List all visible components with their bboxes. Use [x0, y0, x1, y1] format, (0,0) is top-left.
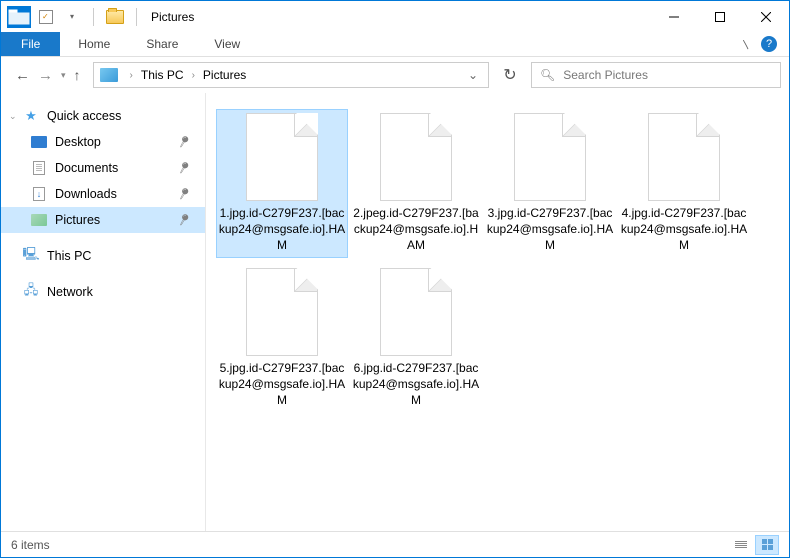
- file-name: 2.jpeg.id-C279F237.[backup24@msgsafe.io]…: [352, 205, 480, 254]
- star-icon: ★: [23, 109, 39, 123]
- search-input[interactable]: 🔍︎ Search Pictures: [531, 62, 781, 88]
- sidebar-item-pictures[interactable]: Pictures 📍︎: [1, 207, 205, 233]
- sidebar-label: Downloads: [55, 187, 117, 201]
- file-icon: [648, 113, 720, 201]
- thumbnails-view-button[interactable]: [755, 535, 779, 555]
- file-icon: [246, 268, 318, 356]
- sidebar-quick-access[interactable]: ⌄ ★ Quick access: [1, 103, 205, 129]
- recent-dropdown-icon[interactable]: ▾: [61, 70, 66, 81]
- network-icon: 🖧: [23, 285, 39, 299]
- address-dropdown-icon[interactable]: ⌄: [460, 68, 486, 82]
- window-folder-icon: [104, 6, 126, 28]
- file-tab[interactable]: File: [1, 32, 60, 56]
- file-name: 4.jpg.id-C279F237.[backup24@msgsafe.io].…: [620, 205, 748, 254]
- refresh-button[interactable]: ↻: [495, 62, 525, 88]
- pc-icon: 🖳: [23, 249, 39, 263]
- sidebar-label: Network: [47, 285, 93, 299]
- qat-caret-icon[interactable]: ▾: [61, 6, 83, 28]
- breadcrumb-segment[interactable]: Pictures: [203, 68, 246, 82]
- titlebar: ✓ ▾ Pictures: [1, 1, 789, 32]
- file-item[interactable]: 2.jpeg.id-C279F237.[backup24@msgsafe.io]…: [350, 109, 482, 258]
- qat-properties-icon[interactable]: ✓: [35, 6, 57, 28]
- divider: [93, 8, 94, 26]
- file-explorer-window: ✓ ▾ Pictures File Home Share View 〵 ? ← …: [0, 0, 790, 558]
- app-icon[interactable]: [7, 6, 31, 28]
- navbar: ← → ▾ ↑ › This PC › Pictures ⌄ ↻ 🔍︎ Sear…: [1, 57, 789, 93]
- file-name: 5.jpg.id-C279F237.[backup24@msgsafe.io].…: [218, 360, 346, 409]
- file-view[interactable]: 1.jpg.id-C279F237.[backup24@msgsafe.io].…: [206, 93, 789, 531]
- view-switcher: [729, 535, 779, 555]
- sidebar-item-documents[interactable]: Documents 📍︎: [1, 155, 205, 181]
- location-icon: [100, 68, 118, 82]
- breadcrumb-segment[interactable]: This PC: [141, 68, 184, 82]
- search-placeholder: Search Pictures: [563, 68, 648, 82]
- details-view-button[interactable]: [729, 535, 753, 555]
- file-icon: [246, 113, 318, 201]
- ribbon-right: 〵 ?: [741, 32, 789, 56]
- search-icon: 🔍︎: [540, 68, 555, 82]
- file-name: 3.jpg.id-C279F237.[backup24@msgsafe.io].…: [486, 205, 614, 254]
- ribbon: File Home Share View 〵 ?: [1, 32, 789, 57]
- help-icon[interactable]: ?: [761, 36, 777, 52]
- pin-icon: 📍︎: [173, 210, 193, 230]
- document-icon: [31, 161, 47, 175]
- sidebar-this-pc[interactable]: 🖳 This PC: [1, 243, 205, 269]
- body: ⌄ ★ Quick access Desktop 📍︎ Documents 📍︎…: [1, 93, 789, 531]
- nav-arrows: ← → ▾ ↑: [9, 67, 87, 84]
- ribbon-collapse-icon[interactable]: 〵: [741, 37, 751, 52]
- file-icon: [380, 268, 452, 356]
- sidebar-label: Quick access: [47, 109, 121, 123]
- window-controls: [651, 2, 789, 32]
- tab-view[interactable]: View: [196, 32, 258, 56]
- sidebar-label: Pictures: [55, 213, 100, 227]
- pin-icon: 📍︎: [173, 132, 193, 152]
- list-icon: [735, 541, 747, 548]
- tab-home[interactable]: Home: [60, 32, 128, 56]
- file-item[interactable]: 6.jpg.id-C279F237.[backup24@msgsafe.io].…: [350, 264, 482, 413]
- file-item[interactable]: 4.jpg.id-C279F237.[backup24@msgsafe.io].…: [618, 109, 750, 258]
- pin-icon: 📍︎: [173, 158, 193, 178]
- expand-icon[interactable]: ⌄: [9, 111, 17, 122]
- file-name: 6.jpg.id-C279F237.[backup24@msgsafe.io].…: [352, 360, 480, 409]
- item-count: 6 items: [11, 538, 50, 552]
- addressbar[interactable]: › This PC › Pictures ⌄: [93, 62, 489, 88]
- sidebar-label: Documents: [55, 161, 118, 175]
- window-title: Pictures: [151, 10, 194, 24]
- maximize-button[interactable]: [697, 2, 743, 32]
- file-item[interactable]: 3.jpg.id-C279F237.[backup24@msgsafe.io].…: [484, 109, 616, 258]
- tab-share[interactable]: Share: [128, 32, 196, 56]
- close-button[interactable]: [743, 2, 789, 32]
- sidebar-item-desktop[interactable]: Desktop 📍︎: [1, 129, 205, 155]
- sidebar-label: Desktop: [55, 135, 101, 149]
- file-item[interactable]: 1.jpg.id-C279F237.[backup24@msgsafe.io].…: [216, 109, 348, 258]
- file-name: 1.jpg.id-C279F237.[backup24@msgsafe.io].…: [218, 205, 346, 254]
- chevron-right-icon[interactable]: ›: [126, 70, 137, 81]
- pictures-icon: [31, 213, 47, 227]
- grid-icon: [762, 539, 773, 550]
- sidebar-item-downloads[interactable]: ↓ Downloads 📍︎: [1, 181, 205, 207]
- file-grid: 1.jpg.id-C279F237.[backup24@msgsafe.io].…: [216, 109, 779, 412]
- desktop-icon: [31, 135, 47, 149]
- divider: [136, 8, 137, 26]
- statusbar: 6 items: [1, 531, 789, 557]
- file-item[interactable]: 5.jpg.id-C279F237.[backup24@msgsafe.io].…: [216, 264, 348, 413]
- downloads-icon: ↓: [31, 187, 47, 201]
- navigation-pane: ⌄ ★ Quick access Desktop 📍︎ Documents 📍︎…: [1, 93, 206, 531]
- sidebar-label: This PC: [47, 249, 91, 263]
- file-icon: [514, 113, 586, 201]
- back-button[interactable]: ←: [15, 67, 30, 84]
- minimize-button[interactable]: [651, 2, 697, 32]
- pin-icon: 📍︎: [173, 184, 193, 204]
- forward-button[interactable]: →: [38, 67, 53, 84]
- file-icon: [380, 113, 452, 201]
- sidebar-network[interactable]: 🖧 Network: [1, 279, 205, 305]
- up-button[interactable]: ↑: [74, 67, 81, 83]
- qat: ✓ ▾ Pictures: [1, 6, 194, 28]
- chevron-right-icon[interactable]: ›: [188, 70, 199, 81]
